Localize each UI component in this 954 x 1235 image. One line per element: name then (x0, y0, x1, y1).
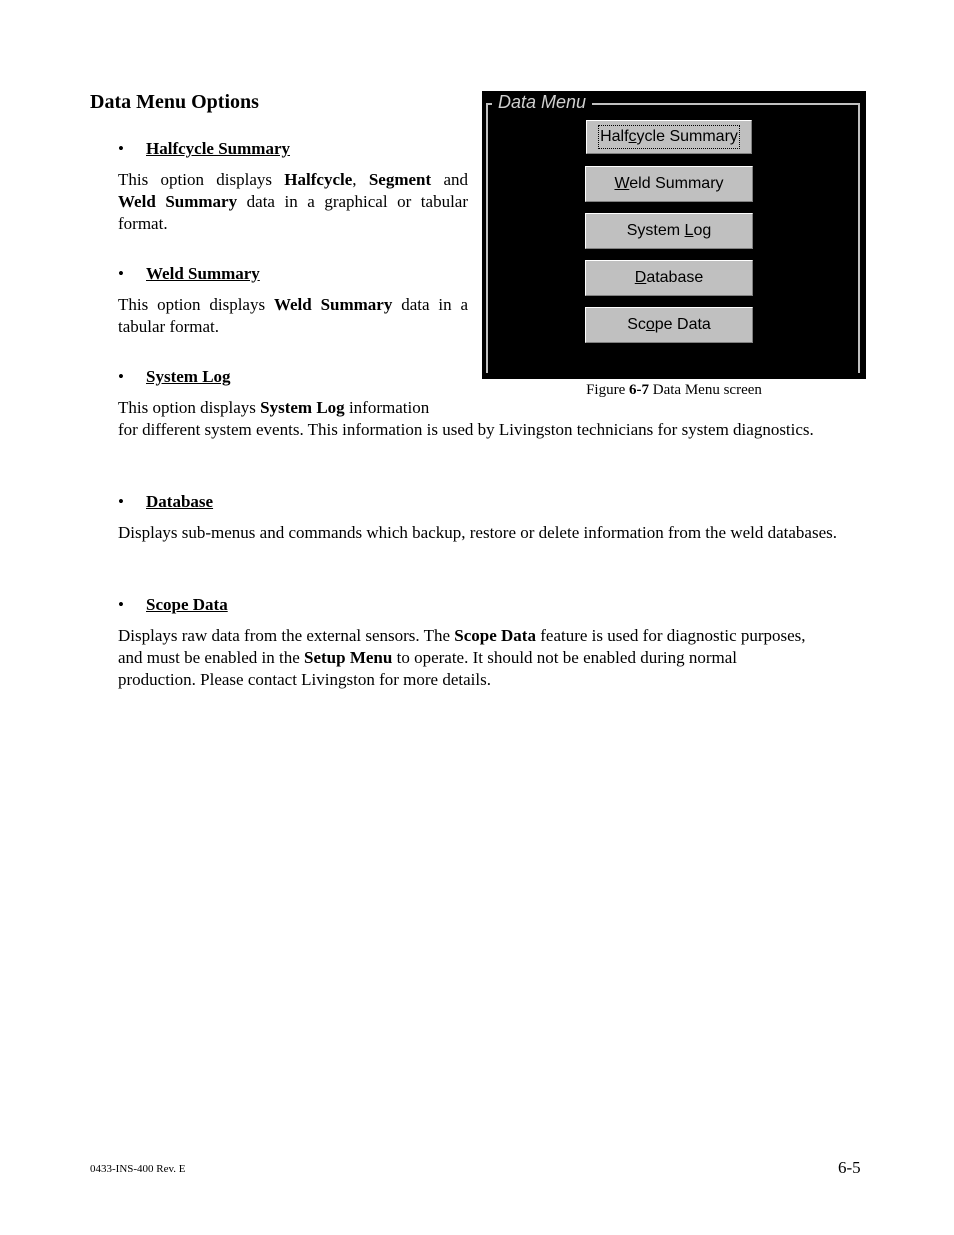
paragraph-halfcycle: This option displays Halfcycle, Segment … (118, 170, 469, 233)
weld-summary-button[interactable]: Weld Summary (585, 166, 753, 202)
bullet-icon: • (118, 595, 124, 614)
data-menu-title: Data Menu (492, 91, 593, 113)
paragraph-system-log-b: for different system events. This inform… (118, 420, 814, 439)
section-title-weld: Weld Summary (146, 264, 260, 283)
page-heading: Data Menu Options (90, 91, 259, 113)
paragraph-weld: This option displays Weld Summary data i… (118, 295, 468, 336)
paragraph-scope-data: Displays raw data from the external sens… (118, 626, 806, 689)
bullet-icon: • (118, 139, 124, 158)
page-number: 6-5 (838, 1158, 861, 1177)
data-menu-screenshot: Data Menu Halfcycle Summary Weld Summary… (482, 91, 866, 379)
section-title-database: Database (146, 492, 214, 511)
figure-caption: Figure 6-7 Data Menu screen (586, 382, 762, 398)
database-button[interactable]: Database (585, 260, 753, 296)
paragraph-database: Displays sub-menus and commands which ba… (118, 523, 837, 542)
halfcycle-summary-button[interactable]: Halfcycle Summary (586, 120, 752, 154)
bullet-icon: • (118, 367, 124, 386)
bullet-icon: • (118, 492, 124, 511)
section-title-system-log: System Log (146, 367, 231, 386)
section-title-halfcycle: Halfcycle Summary (146, 139, 290, 158)
section-title-scope-data: Scope Data (146, 595, 228, 614)
scope-data-button[interactable]: Scope Data (585, 307, 753, 343)
system-log-button[interactable]: System Log (585, 213, 753, 249)
document-id: 0433-INS-400 Rev. E (90, 1163, 186, 1175)
bullet-icon: • (118, 264, 124, 283)
paragraph-system-log-a: This option displays System Log informat… (118, 398, 430, 417)
